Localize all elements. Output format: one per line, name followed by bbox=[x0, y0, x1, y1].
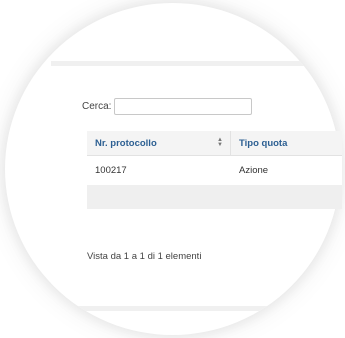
column-header-label: Nr. protocollo bbox=[95, 137, 157, 149]
table-cell-tipo-quota: Azione bbox=[239, 165, 269, 176]
table-footer bbox=[87, 185, 342, 209]
table-header: Nr. protocollo ▲ ▼ Tipo quota bbox=[87, 131, 342, 156]
search-label: Cerca: bbox=[82, 100, 112, 112]
search-filter: Cerca: bbox=[82, 97, 342, 115]
column-header-label: Tipo quota bbox=[239, 137, 288, 149]
datatable-wrapper: Cerca: Nr. protocollo ▲ ▼ Tipo quota 1002… bbox=[82, 97, 342, 262]
column-header-protocollo[interactable]: Nr. protocollo ▲ ▼ bbox=[87, 131, 231, 155]
search-input[interactable] bbox=[114, 97, 253, 115]
column-header-tipo-quota[interactable]: Tipo quota bbox=[231, 131, 342, 155]
panel-top-border bbox=[51, 61, 340, 66]
sort-arrows-icon: ▲ ▼ bbox=[217, 137, 223, 148]
data-table: Nr. protocollo ▲ ▼ Tipo quota 100217 Azio… bbox=[87, 131, 342, 209]
table-body: 100217 Azione bbox=[87, 156, 342, 185]
panel-bottom-border bbox=[51, 306, 340, 311]
table-cell-protocollo: 100217 bbox=[95, 165, 127, 176]
table-info: Vista da 1 a 1 di 1 elementi bbox=[87, 251, 202, 262]
page: Cerca: Nr. protocollo ▲ ▼ Tipo quota 1002… bbox=[0, 0, 345, 338]
table-row[interactable]: 100217 Azione bbox=[87, 156, 342, 185]
